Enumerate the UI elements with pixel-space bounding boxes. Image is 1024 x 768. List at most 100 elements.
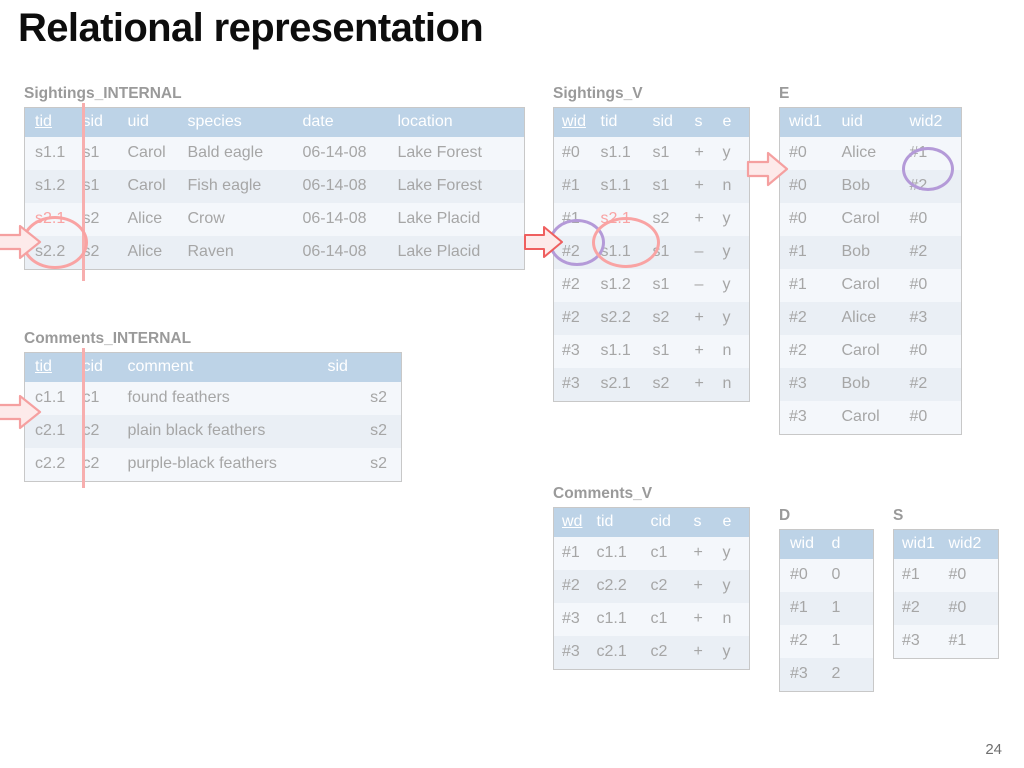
table-cell-cid: c2 — [650, 570, 694, 603]
table-cell-sid: s1 — [82, 137, 128, 170]
table-caption-sightings-internal: Sightings_INTERNAL — [24, 85, 182, 102]
table-row: s1.1 s1 Carol Bald eagle 06-14-08 Lake Forest — [24, 137, 525, 170]
table-cell-e: n — [722, 368, 750, 402]
table-row: #3 Bob #2 — [779, 368, 962, 401]
table-cell-date: 06-14-08 — [302, 203, 398, 236]
table-cell-comment: plain black feathers — [127, 415, 328, 448]
table-row: s2.1 s2 Alice Crow 06-14-08 Lake Placid — [24, 203, 525, 236]
table-row: #2 1 — [779, 625, 874, 658]
table-cell-sid: s2 — [652, 203, 695, 236]
table-cell-sid: s2 — [652, 302, 695, 335]
table-cell-e: y — [722, 137, 750, 170]
table-cell-tid: c1.1 — [596, 603, 651, 636]
table-caption-sightings-v: Sightings_V — [553, 85, 643, 102]
table-block-s: S wid1 wid2 #1 #0 #2 #0 #3 #1 — [893, 507, 999, 659]
column-header-date: date — [302, 107, 398, 137]
table-cell-wid1: #0 — [779, 203, 842, 236]
table-cell-tid: c1.1 — [24, 382, 83, 415]
table-body: #1 #0 #2 #0 #3 #1 — [893, 559, 999, 659]
table-caption-comments-internal: Comments_INTERNAL — [24, 330, 192, 347]
column-header-wid1: wid1 — [779, 107, 842, 137]
table-row: #1 Carol #0 — [779, 269, 962, 302]
table-cell-d: 0 — [831, 559, 874, 592]
table-row: #3 #1 — [893, 625, 999, 659]
table-cell-sid: s2 — [327, 448, 402, 482]
column-header-s: s — [694, 107, 723, 137]
table-cell-s: + — [693, 636, 723, 670]
table-cell-wd: #3 — [553, 603, 597, 636]
table-header-row: wid1 wid2 — [893, 529, 999, 559]
table-row: c1.1 c1 found feathers s2 — [24, 382, 402, 415]
table-cell-wid: #2 — [779, 625, 832, 658]
table-cell-uid: Alice — [841, 302, 910, 335]
table-cell-s: + — [694, 335, 723, 368]
table-row: #3 s1.1 s1 + n — [553, 335, 750, 368]
column-header-tid: tid — [600, 107, 653, 137]
table-cell-wid: #1 — [553, 170, 601, 203]
table-header-row: wd tid cid s e — [553, 507, 750, 537]
table-cell-wid: #2 — [553, 236, 601, 269]
table-cell-wid2: #0 — [909, 335, 962, 368]
table-cell-tid: c1.1 — [596, 537, 651, 570]
table-d: wid d #0 0 #1 1 #2 1 #3 2 — [779, 529, 874, 692]
table-cell-tid: s1.2 — [600, 269, 653, 302]
table-row: #2 Carol #0 — [779, 335, 962, 368]
table-body: #0 0 #1 1 #2 1 #3 2 — [779, 559, 874, 692]
table-cell-wid2: #0 — [948, 592, 999, 625]
table-row: #2 c2.2 c2 + y — [553, 570, 750, 603]
table-cell-wid: #3 — [779, 658, 832, 692]
table-cell-wid1: #3 — [893, 625, 949, 659]
table-cell-wid1: #0 — [779, 170, 842, 203]
table-cell-wid1: #1 — [779, 236, 842, 269]
table-cell-s: + — [694, 137, 723, 170]
column-header-uid: uid — [127, 107, 188, 137]
table-cell-wid: #3 — [553, 368, 601, 402]
table-row: #1 1 — [779, 592, 874, 625]
table-row: #0 s1.1 s1 + y — [553, 137, 750, 170]
table-row: #3 Carol #0 — [779, 401, 962, 435]
table-cell-date: 06-14-08 — [302, 170, 398, 203]
table-cell-wid1: #0 — [779, 137, 842, 170]
table-cell-cid: c2 — [650, 636, 694, 670]
column-header-wid: wid — [779, 529, 832, 559]
column-header-s: s — [693, 507, 723, 537]
table-cell-sid: s2 — [82, 203, 128, 236]
table-cell-cid: c2 — [82, 448, 128, 482]
table-cell-d: 1 — [831, 625, 874, 658]
table-cell-s: + — [694, 302, 723, 335]
table-cell-species: Fish eagle — [187, 170, 303, 203]
column-header-e: e — [722, 507, 750, 537]
column-header-sid: sid — [652, 107, 695, 137]
table-cell-e: y — [722, 570, 750, 603]
table-block-comments-v: Comments_V wd tid cid s e #1 c1.1 c1 + y #2 c2… — [553, 485, 750, 670]
table-row: #1 s2.1 s2 + y — [553, 203, 750, 236]
table-caption-e: E — [779, 85, 790, 102]
table-cell-wid1: #2 — [893, 592, 949, 625]
column-header-location: location — [397, 107, 525, 137]
table-block-sightings-v: Sightings_V wid tid sid s e #0 s1.1 s1 + y #1… — [553, 85, 750, 402]
table-cell-uid: Bob — [841, 236, 910, 269]
column-header-wd: wd — [553, 507, 597, 537]
column-header-e: e — [722, 107, 750, 137]
table-body: c1.1 c1 found feathers s2 c2.1 c2 plain black … — [24, 382, 402, 482]
table-cell-tid: s2.1 — [600, 368, 653, 402]
table-row: #3 c2.1 c2 + y — [553, 636, 750, 670]
column-header-cid: cid — [650, 507, 694, 537]
table-cell-species: Raven — [187, 236, 303, 270]
column-header-uid: uid — [841, 107, 910, 137]
table-cell-wid2: #0 — [948, 559, 999, 592]
column-header-sid: sid — [327, 352, 402, 382]
table-cell-e: y — [722, 203, 750, 236]
table-cell-comment: found feathers — [127, 382, 328, 415]
table-header-row: tid cid comment sid — [24, 352, 402, 382]
table-cell-uid: Carol — [841, 203, 910, 236]
table-cell-e: n — [722, 603, 750, 636]
table-cell-uid: Alice — [127, 236, 188, 270]
table-caption-s: S — [893, 507, 904, 524]
table-body: #0 Alice #1 #0 Bob #2 #0 Carol #0 #1 Bob #2 #1 Carol #… — [779, 137, 962, 435]
table-cell-wid2: #0 — [909, 269, 962, 302]
column-header-tid: tid — [24, 107, 83, 137]
table-cell-sid: s1 — [82, 170, 128, 203]
table-row: #2 s1.1 s1– y — [553, 236, 750, 269]
column-header-comment: comment — [127, 352, 328, 382]
